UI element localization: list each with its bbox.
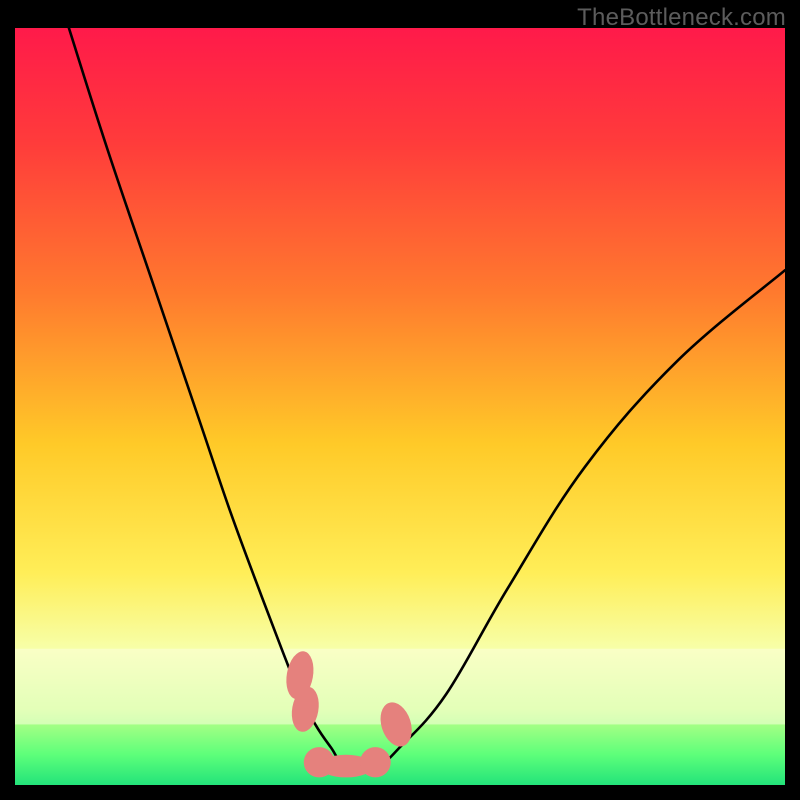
chart-canvas [15, 28, 785, 785]
chart-frame [15, 28, 785, 785]
curve-marker [360, 747, 391, 777]
